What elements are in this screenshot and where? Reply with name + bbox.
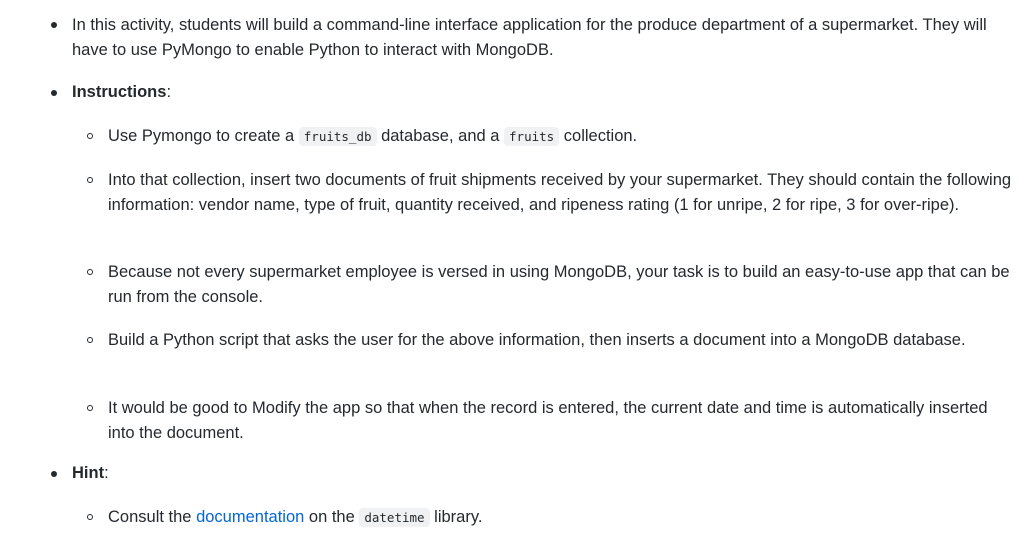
documentation-link[interactable]: documentation (196, 508, 304, 526)
instruction-item-4: Build a Python script that asks the user… (108, 331, 966, 349)
hint-text: library. (429, 508, 483, 526)
inline-code-fruits: fruits (504, 127, 560, 146)
bullet-ring-icon (87, 133, 93, 139)
instruction-text: collection. (559, 127, 638, 145)
instructions-heading-label: Instructions (72, 83, 167, 101)
bullet-ring-icon (87, 177, 93, 183)
hint-text: on the (304, 508, 360, 526)
instruction-item-5: It would be good to Modify the app so th… (108, 399, 988, 442)
hint-heading: Hint: (72, 461, 1012, 486)
document-body: In this activity, students will build a … (0, 0, 1027, 536)
inline-code-datetime: datetime (359, 508, 430, 527)
hint-text: Consult the (108, 508, 197, 526)
intro-paragraph: In this activity, students will build a … (72, 16, 987, 59)
heading-colon: : (104, 464, 109, 482)
instruction-item-2: Into that collection, insert two documen… (108, 171, 1012, 214)
instruction-text: database, and a (376, 127, 505, 145)
instruction-item-3: Because not every supermarket employee i… (108, 263, 1010, 306)
instruction-item-1: Use Pymongo to create a fruits_db databa… (108, 124, 1013, 150)
inline-code-fruits-db: fruits_db (298, 127, 377, 146)
bullet-ring-icon (87, 269, 93, 275)
instruction-text: Use Pymongo to create a (108, 127, 299, 145)
bullet-ring-icon (87, 514, 93, 520)
hint-item-1: Consult the documentation on the datetim… (108, 505, 1013, 531)
heading-colon: : (166, 83, 172, 101)
bullet-ring-icon (87, 405, 93, 411)
bullet-ring-icon (87, 337, 93, 343)
hint-heading-label: Hint (72, 464, 105, 482)
bullet-dot-icon (51, 471, 57, 477)
instructions-heading: Instructions: (72, 80, 1012, 105)
bullet-dot-icon (51, 90, 57, 96)
bullet-dot-icon (51, 22, 57, 28)
